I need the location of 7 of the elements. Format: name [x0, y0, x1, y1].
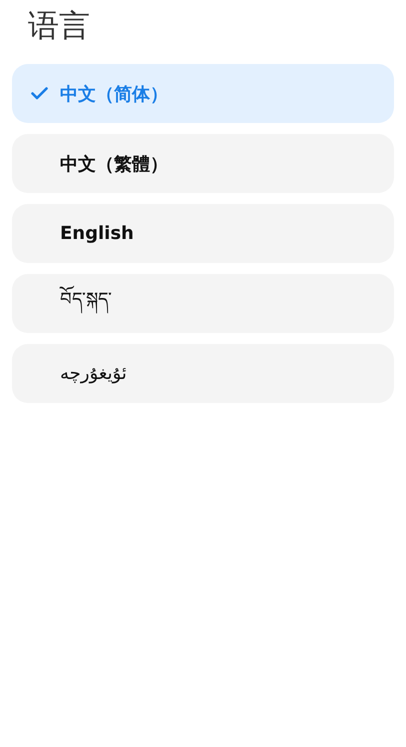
checkmark-icon — [31, 87, 48, 100]
page-title: 语言 — [27, 7, 91, 46]
language-option[interactable]: ئۇيغۇرچە — [12, 344, 394, 403]
language-option[interactable]: 中文（简体） — [12, 64, 394, 123]
language-option[interactable]: English — [12, 204, 394, 263]
language-option[interactable]: བོད་སྐད་ — [12, 274, 394, 333]
language-option[interactable]: 中文（繁體） — [12, 134, 394, 193]
